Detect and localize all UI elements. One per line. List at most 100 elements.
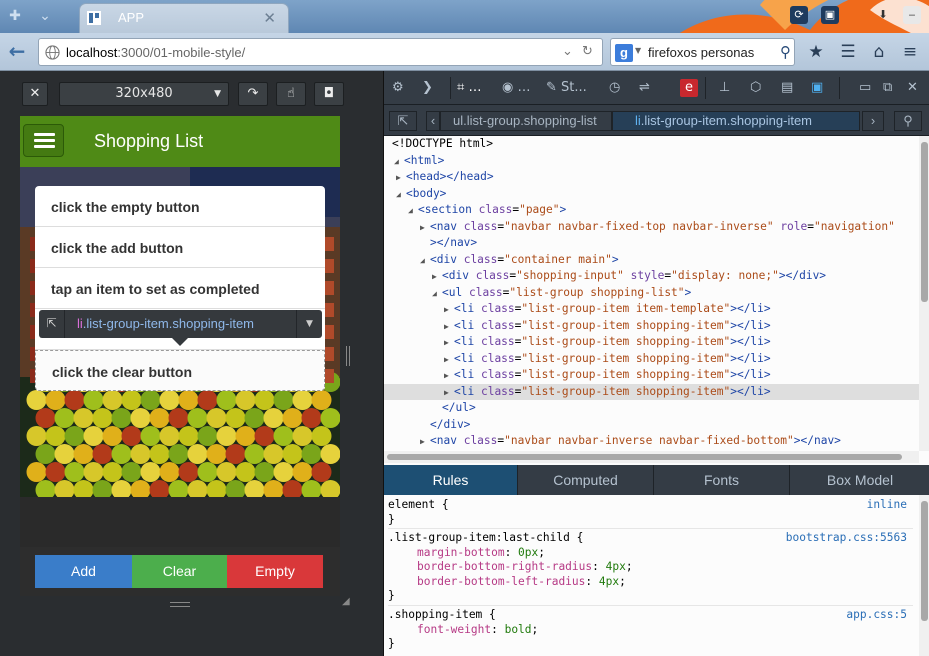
app-navbar: Shopping List: [20, 116, 340, 167]
markup-line[interactable]: <!DOCTYPE html>: [384, 136, 919, 153]
chevron-down-icon[interactable]: ▼: [296, 310, 322, 338]
reload-icon[interactable]: ↻: [582, 44, 593, 59]
rotate-button[interactable]: ↷: [238, 82, 268, 106]
tab-fonts[interactable]: Fonts: [654, 465, 790, 495]
responsive-mode-icon[interactable]: ▣: [811, 79, 823, 97]
markup-horizontal-scrollbar[interactable]: [384, 451, 919, 463]
markup-line-selected[interactable]: ▶ <li class="list-group-item shopping-ite…: [384, 383, 919, 400]
tab-app[interactable]: APP ✕: [79, 3, 289, 33]
rule-property[interactable]: font-weight: bold;: [384, 623, 919, 638]
markup-line[interactable]: ></nav>: [384, 235, 919, 252]
minimize-icon[interactable]: ‒: [903, 6, 921, 24]
rules-view[interactable]: element {inline } .list-group-item:last-…: [384, 495, 919, 656]
tab-box-model[interactable]: Box Model: [790, 465, 929, 495]
tab-groups-icon[interactable]: ✚: [6, 7, 24, 25]
markup-view[interactable]: <!DOCTYPE html> ◢ <html> ▶ <head></head> ◢…: [384, 136, 919, 451]
clear-button[interactable]: Clear: [132, 555, 227, 588]
list-item[interactable]: click the add button: [35, 227, 325, 268]
network-icon[interactable]: ⇌: [639, 79, 650, 97]
search-bar[interactable]: g ▼ firefoxos personas ⚲: [610, 38, 795, 66]
screenshot-button[interactable]: ◘: [314, 82, 344, 106]
sidebar-tabs: Rules Computed Fonts Box Model: [384, 465, 929, 495]
profiler-icon[interactable]: ◷: [609, 79, 620, 97]
markup-line[interactable]: ▶ <li class="list-group-item shopping-ite…: [384, 318, 919, 335]
search-icon[interactable]: ⚲: [894, 111, 922, 131]
markup-line[interactable]: ◢ <div class="container main">: [384, 252, 919, 269]
breadcrumb-item-selected[interactable]: li.list-group-item.shopping-item: [612, 111, 860, 131]
markup-line[interactable]: ▶ <nav class="navbar navbar-inverse navba…: [384, 433, 919, 450]
bookmark-star-icon[interactable]: ★: [806, 42, 826, 62]
back-button[interactable]: ←: [5, 40, 29, 64]
engine-dropdown-icon[interactable]: ▼: [635, 46, 641, 55]
node-picker-icon[interactable]: ⇱: [39, 310, 65, 338]
resize-handle-bottom[interactable]: [170, 602, 190, 607]
tab-list-chevron-icon[interactable]: ⌄: [36, 7, 54, 25]
dock-bottom-icon[interactable]: ▭: [859, 79, 871, 97]
close-devtools-icon[interactable]: ✕: [907, 79, 918, 97]
tab-inspector[interactable]: ⌗ …: [457, 79, 481, 97]
resize-handle-right[interactable]: [346, 346, 350, 366]
search-input[interactable]: firefoxos personas: [648, 45, 754, 60]
bookmarks-list-icon[interactable]: ☰: [838, 42, 858, 62]
list-item-selected[interactable]: click the clear button: [35, 350, 325, 391]
dropdown-arrow-icon[interactable]: ⌄: [562, 44, 573, 59]
downloads-icon[interactable]: ⬇: [874, 6, 892, 24]
list-item[interactable]: tap an item to set as completed: [35, 268, 325, 309]
google-search-engine-icon[interactable]: g: [615, 44, 633, 62]
sync-icon[interactable]: ⟳: [790, 6, 808, 24]
markup-line[interactable]: ▶ <li class="list-group-item item-templat…: [384, 301, 919, 318]
list-item[interactable]: click the empty button: [35, 186, 325, 227]
markup-line[interactable]: </ul>: [384, 400, 919, 417]
markup-line[interactable]: ▶ <div class="shopping-input" style="disp…: [384, 268, 919, 285]
3d-view-icon[interactable]: ⬡: [750, 79, 761, 97]
rules-vertical-scrollbar[interactable]: [919, 495, 929, 656]
search-icon[interactable]: ⚲: [780, 43, 791, 61]
breadcrumb-item[interactable]: ul.list-group.shopping-list: [440, 111, 612, 131]
addon-e-icon[interactable]: e: [680, 79, 698, 97]
tab-style-editor[interactable]: ✎ St...: [546, 79, 587, 97]
markup-line[interactable]: ▶ <nav class="navbar navbar-fixed-top nav…: [384, 219, 919, 236]
rule-source-link[interactable]: bootstrap.css:5563: [786, 531, 907, 546]
menu-icon[interactable]: ≡: [900, 42, 920, 62]
touch-events-button[interactable]: ☝: [276, 82, 306, 106]
markup-line[interactable]: ◢ <ul class="list-group shopping-list">: [384, 285, 919, 302]
tab-debugger[interactable]: ◉ …: [502, 79, 530, 97]
markup-line[interactable]: ▶ <li class="list-group-item shopping-ite…: [384, 334, 919, 351]
resize-corner-icon[interactable]: ◢: [342, 596, 352, 607]
hamburger-menu-button[interactable]: [23, 124, 64, 157]
markup-line[interactable]: </div>: [384, 417, 919, 434]
save-icon[interactable]: ▣: [821, 6, 839, 24]
markup-vertical-scrollbar[interactable]: [919, 136, 929, 451]
settings-gear-icon[interactable]: ⚙: [392, 79, 404, 97]
markup-line[interactable]: ▶ <li class="list-group-item shopping-ite…: [384, 351, 919, 368]
empty-button[interactable]: Empty: [227, 555, 323, 588]
breadcrumb-scroll-right[interactable]: ›: [862, 111, 884, 131]
rule-source-link[interactable]: inline: [867, 498, 907, 513]
markup-line[interactable]: ◢ <html>: [384, 153, 919, 170]
node-picker-button[interactable]: ⇱: [389, 111, 417, 131]
scratchpad-icon[interactable]: ▤: [781, 79, 793, 97]
rule-property[interactable]: border-bottom-left-radius: 4px;: [384, 575, 919, 590]
console-prompt-icon[interactable]: ❯: [422, 79, 433, 97]
url-bar[interactable]: localhost:3000/01-mobile-style/ ⌄ ↻: [38, 38, 603, 66]
shopping-list: click the empty button click the add but…: [35, 186, 325, 391]
markup-line[interactable]: ▶ <li class="list-group-item shopping-ite…: [384, 367, 919, 384]
screen-size-select[interactable]: 320x480 ▼: [59, 82, 229, 106]
tab-close-icon[interactable]: ✕: [263, 9, 276, 27]
separate-window-icon[interactable]: ⧉: [883, 79, 892, 97]
rule-source-link[interactable]: app.css:5: [846, 608, 907, 623]
tab-bar: ✚ ⌄ APP ✕ ⟳ ▣ ⬇ ‒: [0, 0, 929, 33]
rule-property[interactable]: border-bottom-right-radius: 4px;: [384, 560, 919, 575]
rule-property[interactable]: margin-bottom: 0px;: [384, 546, 919, 561]
rule-close: }: [388, 637, 395, 650]
home-icon[interactable]: ⌂: [869, 42, 889, 62]
markup-line[interactable]: ◢ <section class="page">: [384, 202, 919, 219]
tab-computed[interactable]: Computed: [518, 465, 654, 495]
markup-line[interactable]: ▶ <head></head>: [384, 169, 919, 186]
paint-flashing-icon[interactable]: ⊥: [719, 79, 730, 97]
breadcrumb-scroll-left[interactable]: ‹: [426, 111, 440, 131]
markup-line[interactable]: ◢ <body>: [384, 186, 919, 203]
close-responsive-button[interactable]: ✕: [22, 82, 48, 106]
tab-rules[interactable]: Rules: [384, 465, 518, 495]
add-button[interactable]: Add: [35, 555, 132, 588]
